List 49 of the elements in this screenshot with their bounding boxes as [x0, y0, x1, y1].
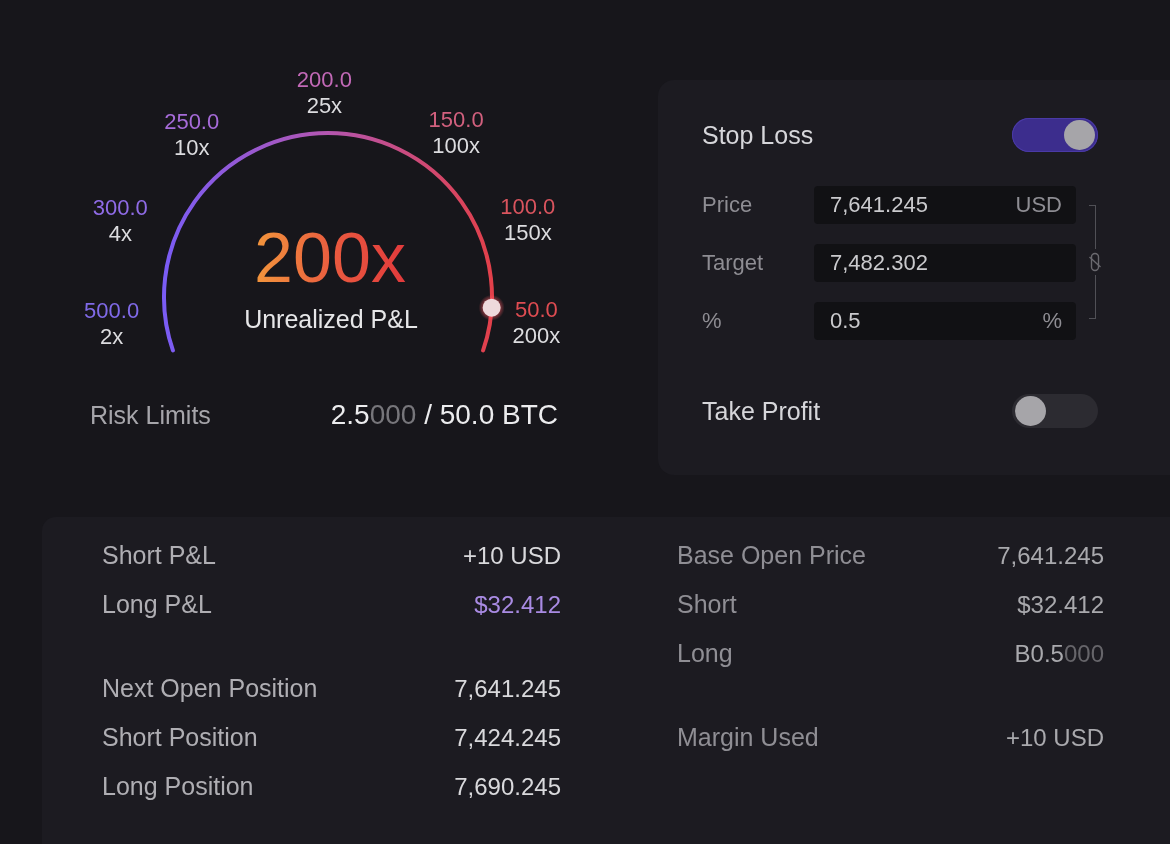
field-label: % [702, 308, 723, 334]
summary-label: Short [677, 590, 737, 619]
summary-value: 7,641.245 [997, 541, 1104, 570]
input-field[interactable]: 7,641.245 USD [814, 186, 1076, 224]
input-field[interactable]: 0.5 % [814, 302, 1076, 340]
tick-price-label: 500.0 [84, 297, 140, 324]
summary-label: Long P&L [102, 590, 212, 619]
field-label: Target [702, 250, 765, 276]
leverage-label: 25x [306, 93, 343, 119]
bracket-line [1089, 205, 1096, 249]
gauge-caption: Unrealized P&L [244, 304, 418, 334]
summary-value: +10 USD [462, 541, 561, 570]
summary-value: 7,424.245 [454, 723, 561, 752]
tick-price-label: 250.0 [164, 108, 220, 135]
tick-price-label: 100.0 [500, 194, 556, 221]
summary-value: $32.412 [474, 590, 561, 619]
bracket-line [1089, 275, 1096, 319]
risk-limits-value: 2.5000 / 50.0 BTC [330, 399, 558, 431]
summary-value: $32.412 [1017, 590, 1104, 619]
leverage-label: 10x [173, 134, 210, 161]
risk-limits-label: Risk Limits [90, 400, 211, 430]
summary-value: B0.5000 [1014, 639, 1104, 668]
tick-price-label: 200.0 [296, 67, 352, 93]
field-label: Price [702, 192, 754, 218]
summary-value: 7,690.245 [454, 772, 561, 801]
summary-value: 7,641.245 [454, 674, 561, 703]
input-field[interactable]: 7,482.302 [814, 244, 1076, 282]
summary-label: Long [677, 639, 733, 668]
leverage-label: 2x [99, 323, 124, 350]
section-title: Stop Loss [702, 120, 814, 150]
leverage-label: 150x [503, 220, 552, 247]
summary-label: Margin Used [677, 723, 819, 752]
leverage-label: 200x [512, 322, 561, 349]
tick-price-label: 150.0 [428, 107, 484, 134]
gauge-thumb[interactable] [478, 294, 505, 321]
tick-price-label: 300.0 [92, 195, 148, 222]
summary-label: Next Open Position [102, 674, 318, 703]
summary-label: Base Open Price [677, 541, 866, 570]
toggle-switch[interactable] [1012, 118, 1098, 152]
summary-value: +10 USD [1005, 723, 1104, 752]
section-title: Take Profit [702, 396, 821, 426]
summary-label: Long Position [102, 772, 254, 801]
tick-price-label: 50.0 [514, 296, 558, 323]
leverage-label: 4x [108, 221, 132, 248]
unlink-icon[interactable] [1089, 252, 1101, 272]
summary-label: Short P&L [102, 541, 216, 570]
summary-label: Short Position [102, 723, 258, 752]
leverage-label: 100x [432, 133, 480, 160]
toggle-switch[interactable] [1012, 394, 1098, 428]
